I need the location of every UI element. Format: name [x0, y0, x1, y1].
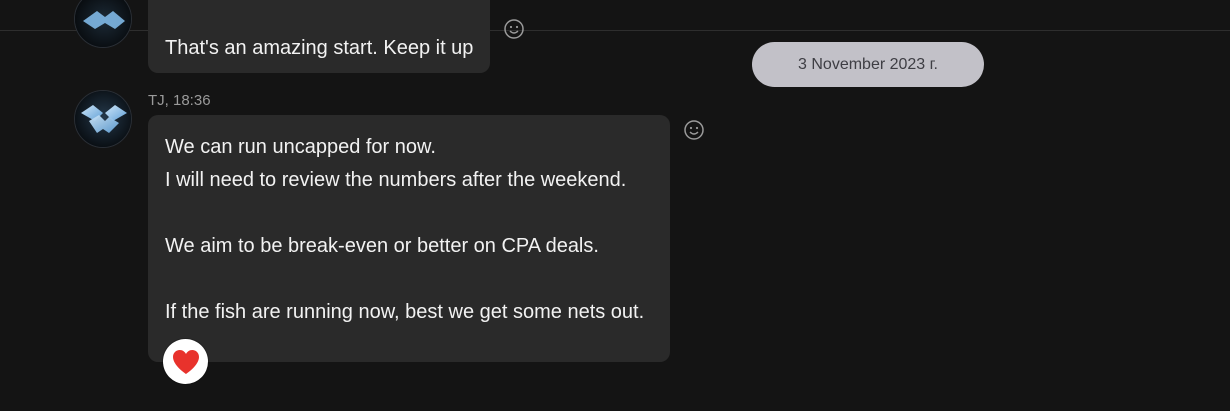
message-sender-time: TJ, 18:36	[148, 92, 211, 109]
date-label: 3 November 2023 г.	[798, 55, 938, 73]
smiley-icon[interactable]	[503, 18, 525, 40]
date-separator: 3 November 2023 г.	[752, 42, 984, 87]
chat-view: That's an amazing start. Keep it up TJ, …	[0, 0, 1230, 411]
message-line: I will need to review the numbers after …	[165, 169, 627, 191]
message-line: We aim to be break-even or better on CPA…	[165, 235, 599, 257]
message-text: That's an amazing start. Keep it up	[165, 37, 474, 59]
message-bubble[interactable]: We can run uncapped for now. I will need…	[148, 115, 670, 362]
handshake-logo-icon	[75, 91, 131, 147]
heart-icon	[172, 349, 199, 374]
reaction-badge[interactable]	[163, 339, 208, 384]
message-bubble-previous[interactable]: That's an amazing start. Keep it up	[148, 0, 490, 73]
smiley-icon[interactable]	[683, 119, 705, 141]
message-line: If the fish are running now, best we get…	[165, 301, 645, 323]
message-line: We can run uncapped for now.	[165, 136, 436, 158]
handshake-logo-icon	[75, 0, 131, 47]
avatar-tj[interactable]	[74, 90, 132, 148]
avatar-previous[interactable]	[74, 0, 132, 48]
